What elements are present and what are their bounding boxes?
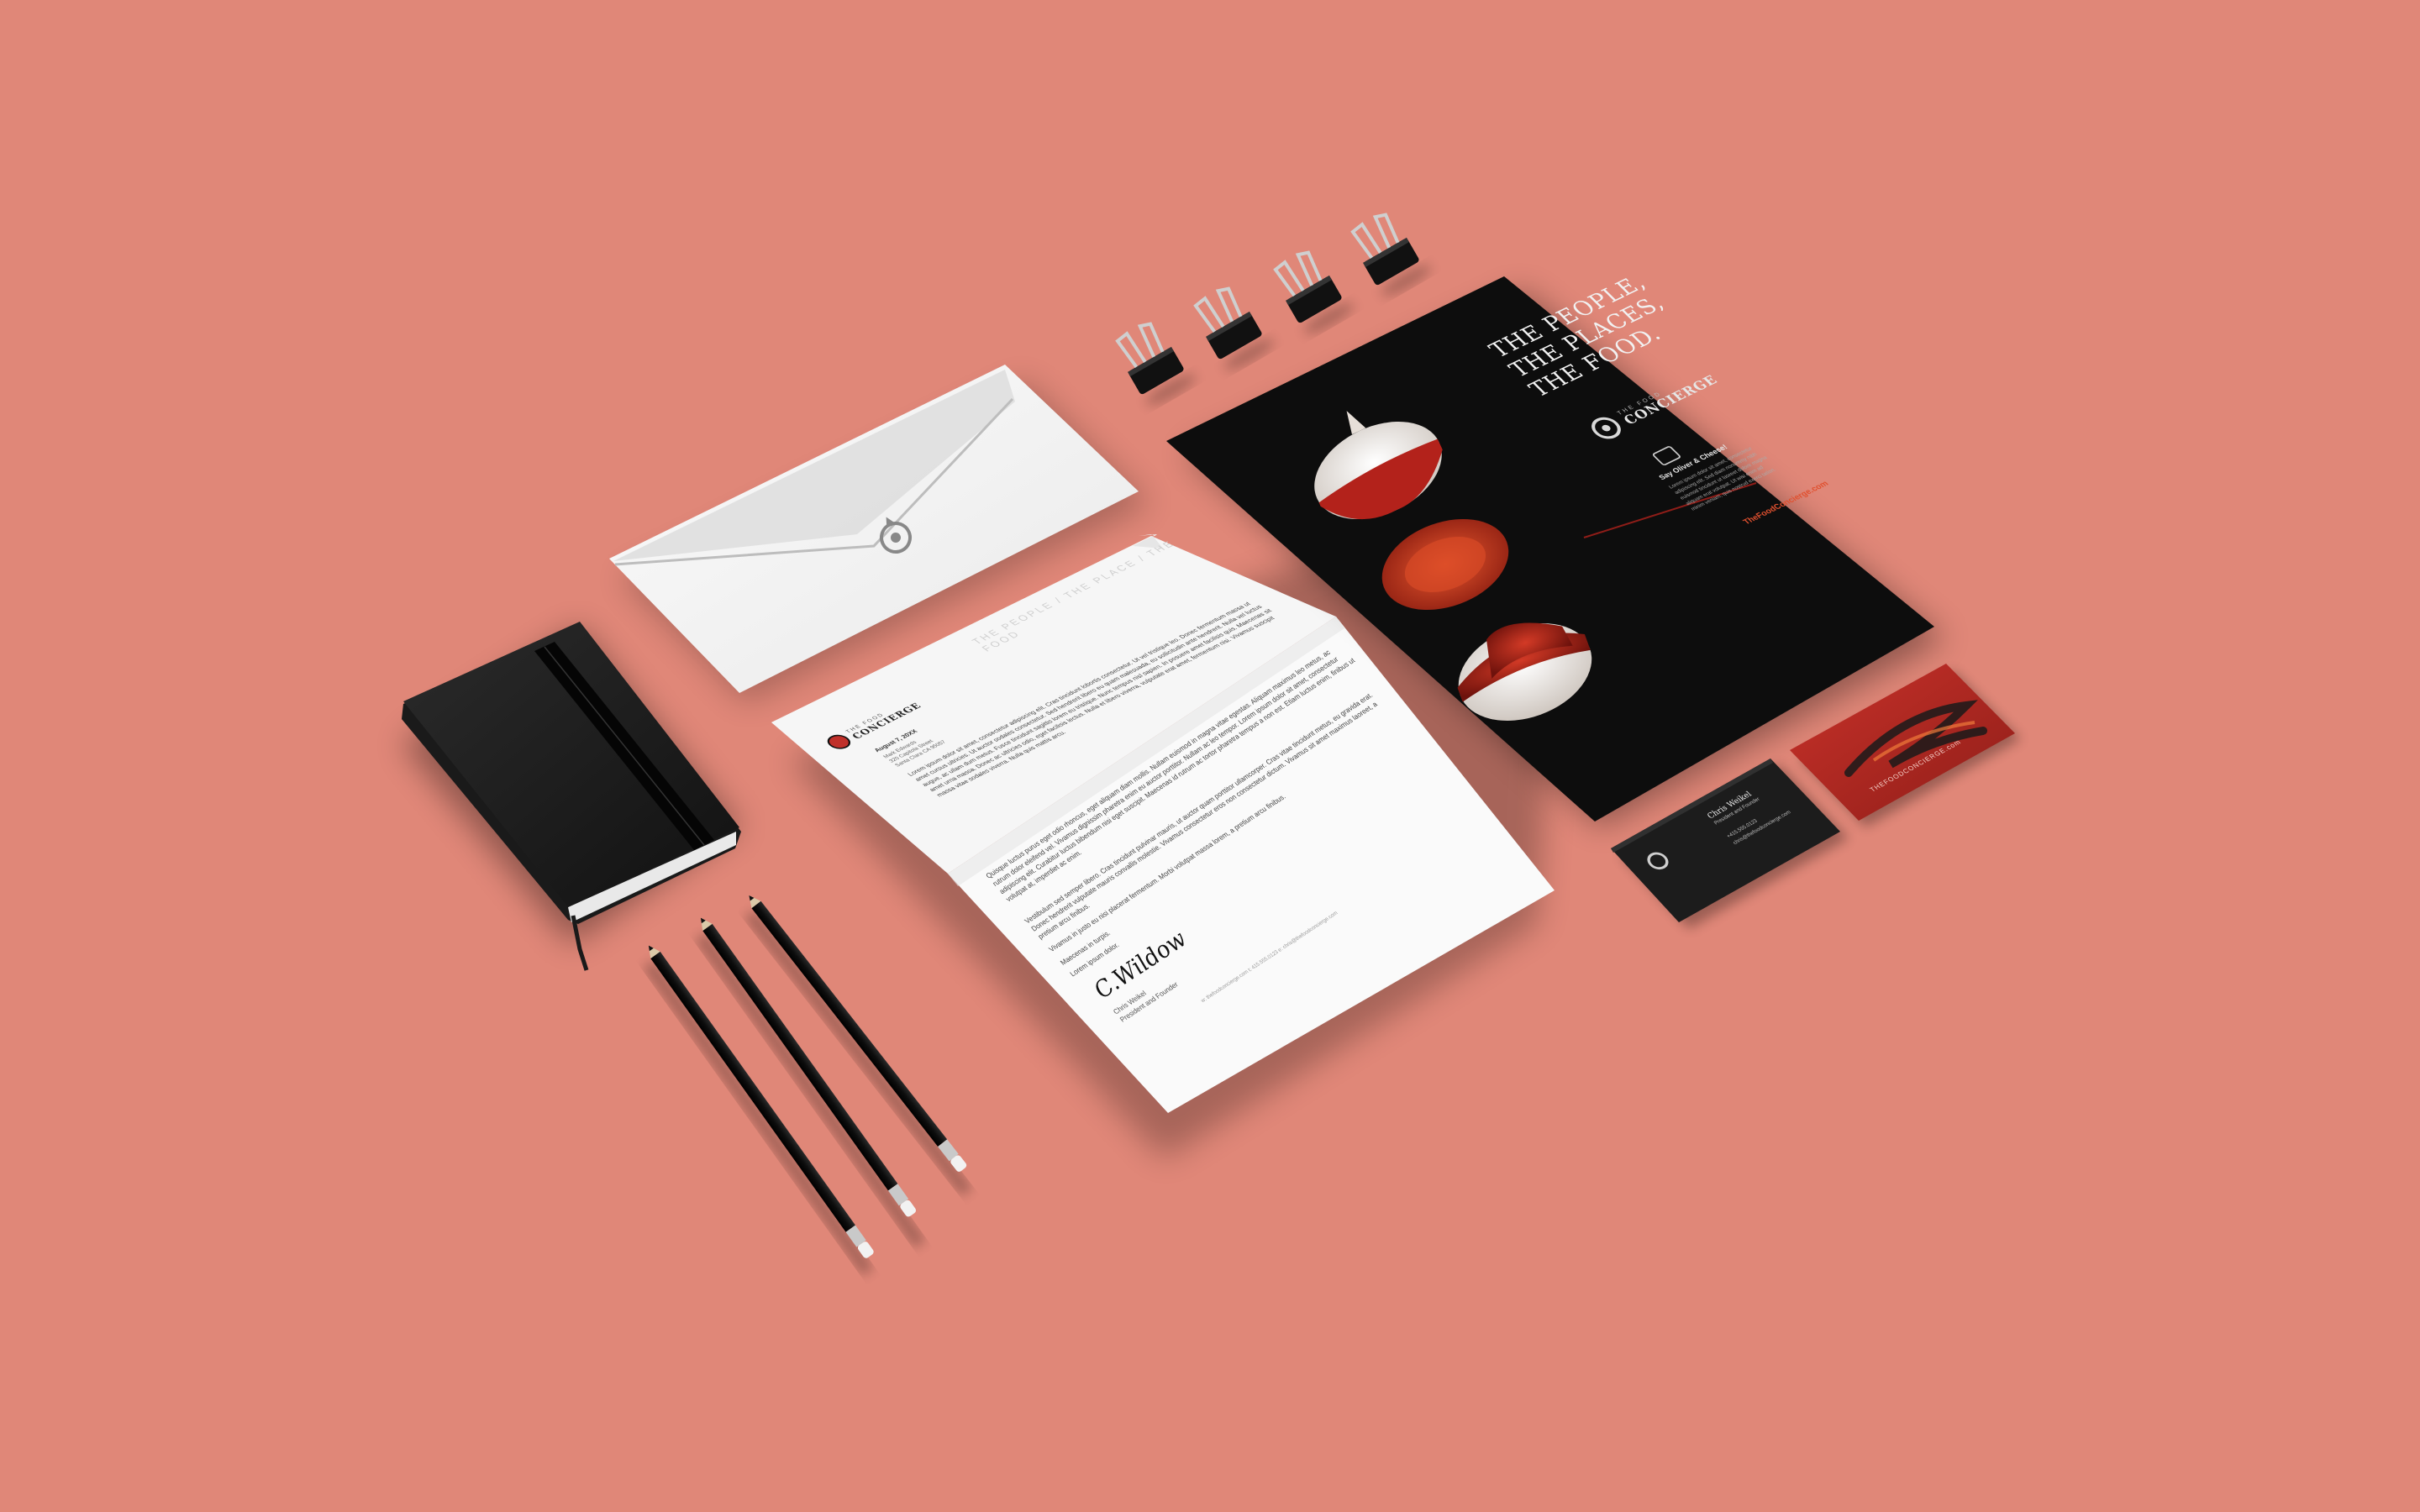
poster-body: Lorem ipsum dolor sit amet, consectetur … [1667, 444, 1781, 512]
binder-clip [1350, 213, 1432, 297]
poster-logo: THE FOOD CONCIERGE [1586, 367, 1723, 444]
stationery-mockup-scene: THE PEOPLE / THE PLACE / THE FOOD THE FO… [0, 0, 2420, 1512]
binder-clip [1115, 322, 1197, 406]
binder-clip [1193, 286, 1275, 370]
card-logo-icon [1643, 848, 1673, 873]
binder-clip [1273, 250, 1355, 334]
pencils [644, 895, 972, 1276]
letter-footer: w: thefoodconcierge.com t: 415.555.0123 … [1200, 911, 1339, 1005]
apple-logo-icon [1586, 413, 1627, 444]
camera-icon [1651, 445, 1682, 467]
poster-url: TheFoodConcierge.com [1741, 479, 1831, 527]
notebook [402, 622, 741, 971]
poster-logo-name: CONCIERGE [1620, 372, 1722, 428]
